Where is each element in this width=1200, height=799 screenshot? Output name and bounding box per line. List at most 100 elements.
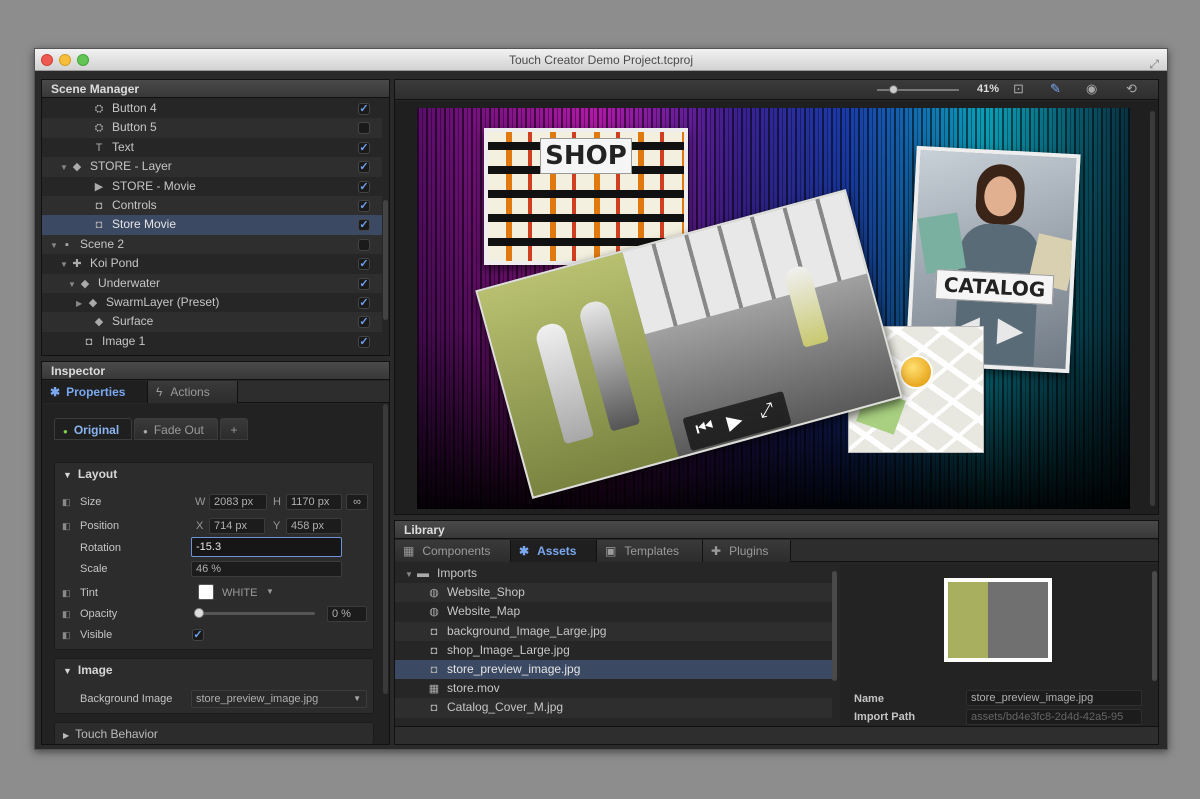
stage-canvas[interactable]: SHOP CATALOG ◀ ▶ (417, 108, 1130, 509)
asset-name-field[interactable]: store_preview_image.jpg (966, 690, 1142, 706)
scene-item[interactable]: ▶ STORE - Movie ✓ (42, 177, 382, 196)
image-section-header[interactable]: ▼ Image (55, 659, 373, 681)
plugin-icon: ✚ (711, 544, 722, 558)
assets-list: ▼ ▬ Imports ◍ Website_Shop ◍ Website_Map ◘ back… (395, 564, 837, 726)
layout-section-header[interactable]: ▼ Layout (55, 463, 373, 485)
visibility-checkbox[interactable]: ✓ (358, 297, 370, 309)
state-tab-original[interactable]: ● Original (54, 418, 132, 440)
collapse-triangle-icon[interactable]: ▼ (60, 255, 70, 274)
stage-scrollbar[interactable] (1150, 111, 1155, 506)
layout-section: ▼ Layout ◧ Size W 2083 px H 1170 px ∞ ◧ P… (54, 462, 374, 650)
scale-label: Scale (80, 563, 108, 575)
asset-item[interactable]: ◘ background_Image_Large.jpg (395, 621, 832, 641)
visibility-checkbox[interactable] (358, 122, 370, 135)
keyframe-icon[interactable]: ◧ (62, 588, 71, 599)
visible-checkbox[interactable]: ✓ (192, 629, 204, 641)
play-icon[interactable]: ▶ (724, 407, 745, 435)
inspector-scrollbar[interactable] (383, 404, 388, 694)
position-x-field[interactable]: 714 px (209, 518, 265, 534)
rotation-field[interactable]: -15.3 (191, 537, 342, 557)
collapse-triangle-icon[interactable]: ▼ (60, 158, 70, 177)
fit-to-screen-icon[interactable]: ⊡ (1013, 81, 1024, 97)
opacity-slider-track[interactable] (194, 608, 315, 618)
edit-pen-icon[interactable]: ✎ (1050, 81, 1061, 97)
state-tab-fade-out[interactable]: ● Fade Out (134, 418, 218, 440)
expand-triangle-icon[interactable]: ▶ (76, 294, 86, 313)
scene-item[interactable]: ▼ ▪ Scene 2 (42, 234, 382, 255)
rewind-icon[interactable]: ⏮ (693, 415, 716, 442)
visibility-checkbox[interactable]: ✓ (358, 258, 370, 271)
visibility-checkbox[interactable]: ✓ (358, 316, 370, 329)
asset-item[interactable]: ◍ Website_Shop (395, 583, 832, 603)
scene-item[interactable]: ▼ ◆ STORE - Layer ✓ (42, 157, 382, 177)
visibility-checkbox[interactable]: ✓ (358, 277, 370, 290)
scene-item[interactable]: ◘ Store Movie ✓ (42, 215, 382, 235)
visibility-checkbox[interactable]: ✓ (358, 161, 370, 174)
scale-field[interactable]: 46 % (191, 561, 342, 577)
zoom-slider-knob[interactable] (889, 85, 899, 94)
refresh-icon[interactable]: ⟲ (1126, 81, 1137, 97)
scene-item[interactable]: ▼ ◆ Underwater ✓ (42, 273, 382, 294)
asset-item[interactable]: ◘ Catalog_Cover_M.jpg (395, 698, 832, 718)
add-state-button[interactable]: + (220, 418, 248, 440)
visibility-checkbox[interactable]: ✓ (358, 141, 370, 154)
fullscreen-icon[interactable]: ⤢ (1149, 53, 1159, 75)
visibility-checkbox[interactable]: ✓ (358, 200, 370, 212)
import-path-field[interactable]: assets/bd4e3fc8-2d4d-42a5-95 (966, 709, 1142, 725)
keyframe-icon[interactable]: ◧ (62, 630, 71, 641)
visibility-checkbox[interactable]: ✓ (358, 103, 370, 115)
opacity-field[interactable]: 0 % (327, 606, 367, 622)
touch-behavior-header[interactable]: ▶ Touch Behavior (55, 723, 373, 745)
collapse-triangle-icon[interactable]: ▼ (68, 275, 78, 294)
close-window-button[interactable] (41, 54, 53, 66)
scene-item[interactable]: ⛭ Button 5 (42, 118, 382, 138)
tab-plugins[interactable]: ✚ Plugins (703, 540, 791, 562)
zoom-window-button[interactable] (77, 54, 89, 66)
height-field[interactable]: 1170 px (286, 494, 342, 510)
collapse-triangle-icon[interactable]: ▼ (50, 236, 60, 255)
tab-properties[interactable]: ✱ Properties (42, 381, 148, 403)
asset-item[interactable]: ◍ Website_Map (395, 602, 832, 621)
position-y-field[interactable]: 458 px (286, 518, 342, 534)
tab-components[interactable]: ▦ Components (395, 540, 511, 562)
scene-item[interactable]: ◘ Controls ✓ (42, 196, 382, 216)
keyframe-icon[interactable]: ◧ (62, 521, 71, 532)
asset-item[interactable]: ▦ store.mov (395, 679, 832, 698)
link-aspect-icon[interactable]: ∞ (346, 494, 368, 510)
visibility-checkbox[interactable] (358, 238, 370, 251)
tab-templates[interactable]: ▣ Templates (597, 540, 703, 562)
scene-item[interactable]: ⛭ Button 4 ✓ (42, 99, 382, 118)
opacity-slider-knob[interactable] (194, 608, 204, 618)
background-image-select[interactable]: store_preview_image.jpg ▼ (191, 690, 367, 708)
assets-scrollbar[interactable] (832, 571, 837, 681)
width-field[interactable]: 2083 px (209, 494, 267, 510)
visibility-checkbox[interactable]: ✓ (358, 219, 370, 232)
zoom-slider[interactable] (877, 85, 959, 94)
asset-item[interactable]: ◘ store_preview_image.jpg (395, 660, 832, 680)
scene-item[interactable]: ◆ Surface ✓ (42, 312, 382, 332)
expand-icon[interactable]: ⤢ (757, 398, 776, 422)
scene-tree: ⛭ Button 4 ✓ ⛭ Button 5 T Text ✓ ▼ ◆ STORE - Layer… (42, 99, 389, 355)
scene-item-label: Button 5 (112, 120, 157, 135)
scene-scrollbar[interactable] (383, 200, 388, 320)
preview-eye-icon[interactable]: ◉ (1086, 81, 1097, 97)
keyframe-icon[interactable]: ◧ (62, 497, 71, 508)
visibility-checkbox[interactable]: ✓ (358, 180, 370, 193)
inspector-panel: Inspector ✱ Properties ϟ Actions ● Original… (41, 361, 390, 745)
dropdown-arrow-icon[interactable]: ▼ (266, 587, 274, 596)
tab-assets[interactable]: ✱ Assets (511, 540, 597, 562)
scene-item[interactable]: ▶ ◆ SwarmLayer (Preset) ✓ (42, 293, 382, 312)
keyframe-icon[interactable]: ◧ (62, 609, 71, 620)
asset-item[interactable]: ◘ shop_Image_Large.jpg (395, 641, 832, 660)
visibility-checkbox[interactable]: ✓ (358, 335, 370, 348)
tab-actions[interactable]: ϟ Actions (148, 381, 238, 403)
collapse-triangle-icon: ▼ (63, 470, 72, 480)
folder-row-imports[interactable]: ▼ ▬ Imports (395, 564, 832, 583)
minimize-window-button[interactable] (59, 54, 71, 66)
tint-color-swatch[interactable] (198, 584, 214, 600)
preview-scrollbar[interactable] (1152, 571, 1157, 681)
scene-item[interactable]: ◘ Image 1 ✓ (42, 332, 382, 351)
scene-item[interactable]: ▼ ✚ Koi Pond ✓ (42, 254, 382, 273)
touch-behavior-section[interactable]: ▶ Touch Behavior (54, 722, 374, 744)
scene-item[interactable]: T Text ✓ (42, 138, 382, 157)
